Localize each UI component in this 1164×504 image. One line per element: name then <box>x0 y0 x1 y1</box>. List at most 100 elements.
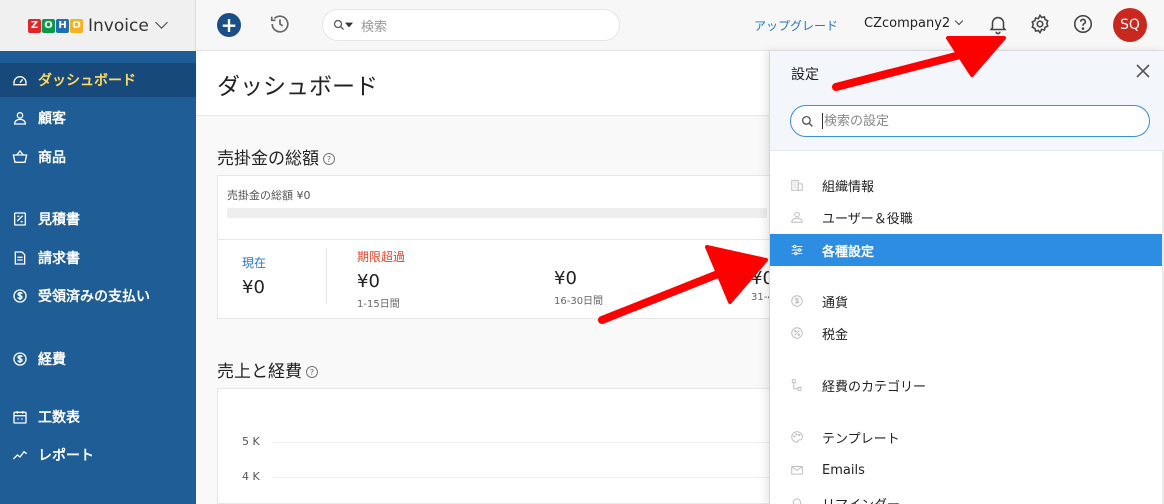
settings-item-label: リマインダー <box>822 494 900 504</box>
sidebar-item-expenses[interactable]: 経費 <box>0 342 196 376</box>
settings-item-users-roles[interactable]: ユーザー＆役職 <box>770 201 1162 233</box>
logo-letter: Z <box>28 18 41 33</box>
sidebar-item-label: 商品 <box>38 150 66 166</box>
help-icon[interactable]: ? <box>323 153 335 165</box>
receivables-section-title: 売掛金の総額? <box>217 144 335 169</box>
sidebar-item-label: ダッシュボード <box>38 73 136 89</box>
upgrade-link[interactable]: アップグレード <box>754 17 838 34</box>
overdue-range-label: 1-15日間 <box>357 299 400 310</box>
current-amount: ¥0 <box>242 277 265 298</box>
sidebar: ダッシュボード 顧客 商品 見積書 請求書 受領済みの支払い 経費 工数表 レポ… <box>0 51 196 504</box>
app-switcher[interactable]: Z O H O Invoice <box>0 0 196 51</box>
dashboard-icon <box>13 76 27 86</box>
settings-item-emails[interactable]: Emails <box>770 454 1162 486</box>
receivables-total: 売掛金の総額 ¥0 <box>227 189 311 202</box>
receivables-overdue-16-30[interactable]: - ¥0 16-30日間 <box>554 248 603 307</box>
sales-expenses-chart: 5 K 4 K <box>217 388 777 504</box>
company-switcher[interactable]: CZcompany2 <box>864 16 964 31</box>
settings-item-label: 組織情報 <box>822 179 875 195</box>
sidebar-item-invoices[interactable]: 請求書 <box>0 241 196 275</box>
company-name: CZcompany2 <box>864 16 951 31</box>
plus-icon: + <box>220 13 238 37</box>
y-tick-label: 5 K <box>242 435 260 448</box>
settings-panel-header: 設定 <box>770 51 1164 151</box>
divider <box>326 248 327 304</box>
help-icon[interactable] <box>1072 13 1094 35</box>
zoho-logo: Z O H O <box>28 18 83 33</box>
settings-item-preferences[interactable]: 各種設定 <box>770 234 1162 266</box>
settings-search[interactable] <box>790 105 1150 137</box>
settings-item-currencies[interactable]: 通貨 <box>770 285 1162 317</box>
avatar[interactable]: SQ <box>1113 8 1147 42</box>
logo-letter: O <box>42 18 55 33</box>
receivables-current[interactable]: 現在 ¥0 <box>242 254 266 298</box>
expense-icon <box>13 352 27 366</box>
settings-item-organization[interactable]: 組織情報 <box>770 169 1162 201</box>
payment-icon <box>13 289 27 303</box>
settings-item-taxes[interactable]: 税金 <box>770 317 1162 349</box>
sidebar-item-items[interactable]: 商品 <box>0 140 196 174</box>
settings-item-label: 各種設定 <box>822 244 875 260</box>
sidebar-item-label: 見積書 <box>38 212 80 228</box>
settings-item-templates[interactable]: テンプレート <box>770 421 1162 453</box>
invoice-icon <box>14 251 26 265</box>
sidebar-item-dashboard[interactable]: ダッシュボード <box>0 63 196 97</box>
sidebar-item-label: レポート <box>38 448 94 464</box>
palette-icon <box>791 431 803 443</box>
receivables-title-text: 売掛金の総額 <box>217 149 319 169</box>
sidebar-item-label: 経費 <box>38 352 66 368</box>
reminder-icon <box>793 498 801 504</box>
logo-letter: H <box>56 18 69 33</box>
caret-down-icon[interactable] <box>345 22 353 28</box>
settings-item-reminders[interactable]: リマインダー <box>770 487 1162 504</box>
sales-expenses-section-title: 売上と経費? <box>217 357 318 382</box>
sliders-icon <box>791 244 803 256</box>
page-title: ダッシュボード <box>217 74 378 100</box>
divider <box>218 239 778 240</box>
history-icon[interactable] <box>269 13 291 35</box>
settings-item-label: 経費のカテゴリー <box>822 379 927 395</box>
sidebar-item-timesheet[interactable]: 工数表 <box>0 400 196 434</box>
sidebar-item-label: 請求書 <box>38 251 80 267</box>
receivables-overdue-1-15[interactable]: 期限超過 ¥0 1-15日間 <box>357 248 405 310</box>
overdue-label: 期限超過 <box>357 250 406 264</box>
logo-letter: O <box>70 18 83 33</box>
chevron-down-icon <box>954 16 964 26</box>
category-icon <box>791 379 802 391</box>
currency-icon <box>791 295 803 307</box>
building-icon <box>791 179 803 191</box>
chevron-down-icon <box>154 16 168 29</box>
overdue-amount: ¥0 <box>554 268 577 289</box>
gridline <box>273 477 773 478</box>
y-tick-label: 4 K <box>242 470 260 483</box>
overdue-amount: ¥0 <box>357 271 380 292</box>
help-icon[interactable]: ? <box>306 366 318 378</box>
user-icon <box>13 112 27 125</box>
sales-title-text: 売上と経費 <box>217 362 302 382</box>
settings-item-label: 税金 <box>822 327 849 343</box>
sidebar-item-label: 受領済みの支払い <box>38 289 150 305</box>
sidebar-item-label: 工数表 <box>38 410 80 426</box>
global-search[interactable]: 検索 <box>322 9 620 41</box>
timesheet-icon <box>13 411 27 424</box>
receivables-card: 売掛金の総額 ¥0 現在 ¥0 期限超過 ¥0 1-15日間 - ¥0 16-3… <box>217 175 778 319</box>
settings-item-expense-categories[interactable]: 経費のカテゴリー <box>770 369 1162 401</box>
close-icon[interactable] <box>1135 63 1151 79</box>
report-icon <box>12 450 28 460</box>
search-icon <box>801 115 813 127</box>
sidebar-item-customers[interactable]: 顧客 <box>0 101 196 135</box>
text-caret <box>822 113 823 129</box>
estimate-icon <box>14 212 26 226</box>
gridline <box>273 442 773 443</box>
search-icon <box>333 19 344 30</box>
gear-icon[interactable] <box>1029 13 1051 35</box>
sidebar-item-reports[interactable]: レポート <box>0 438 196 472</box>
sidebar-item-estimates[interactable]: 見積書 <box>0 202 196 236</box>
sidebar-item-payments-received[interactable]: 受領済みの支払い <box>0 279 196 313</box>
settings-item-label: Emails <box>822 462 865 478</box>
add-new-button[interactable]: + <box>217 13 241 37</box>
settings-item-label: テンプレート <box>822 431 900 447</box>
current-label: 現在 <box>242 256 267 270</box>
settings-search-input[interactable] <box>824 113 1124 129</box>
bell-icon[interactable] <box>987 13 1009 35</box>
